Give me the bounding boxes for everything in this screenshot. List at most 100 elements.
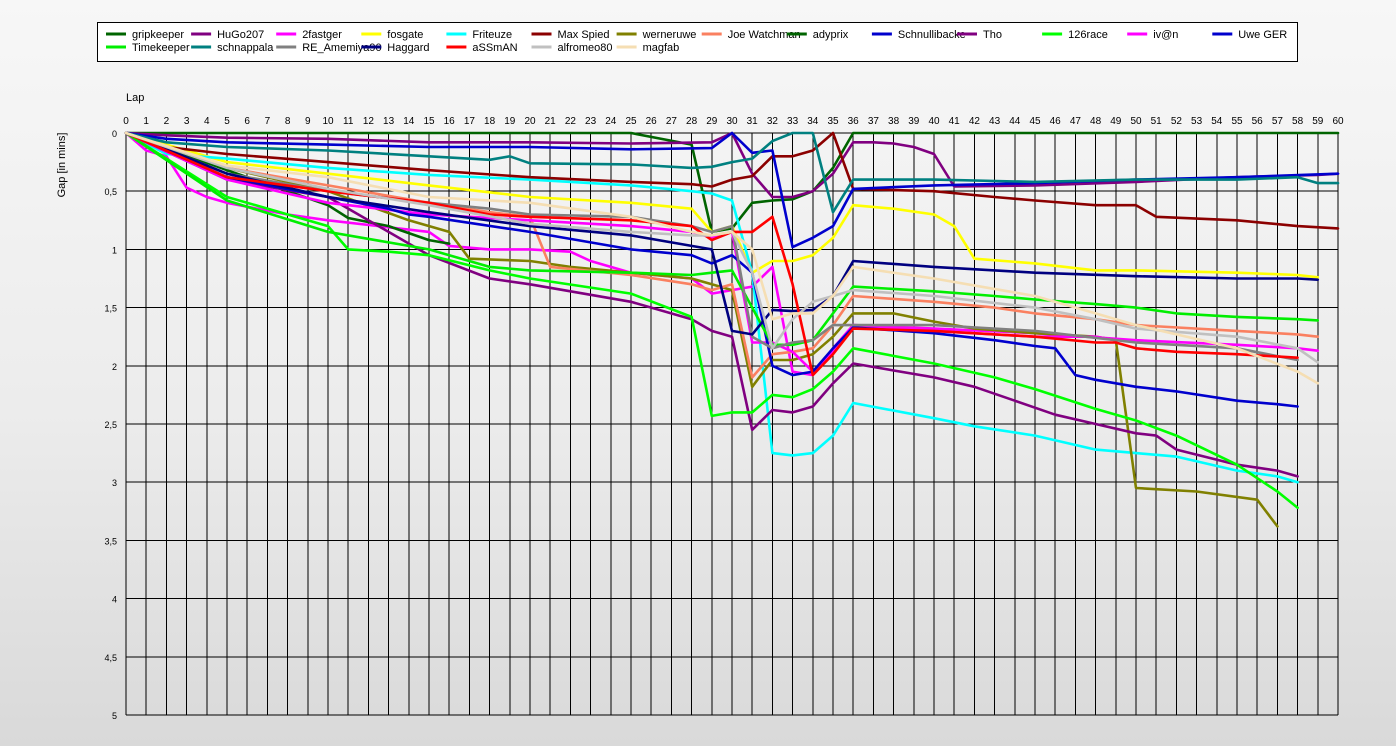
y-tick-label: 0 <box>112 129 117 139</box>
x-tick-label: 35 <box>827 116 839 127</box>
x-tick-label: 7 <box>265 116 271 127</box>
x-tick-label: 33 <box>787 116 799 127</box>
x-tick-label: 14 <box>403 116 415 127</box>
x-tick-label: 20 <box>524 116 536 127</box>
legend-entry: Schnullibacke <box>898 29 966 41</box>
legend-entry: 2fastger <box>302 29 342 41</box>
x-tick-label: 60 <box>1332 116 1344 127</box>
legend-entry: adyprix <box>813 29 849 41</box>
x-tick-label: 56 <box>1252 116 1264 127</box>
legend-entry: Friteuze <box>472 29 512 41</box>
legend-entry: iv@n <box>1153 29 1178 41</box>
legend-entry: Max Spied <box>558 29 610 41</box>
series-line-fosgate <box>124 131 1320 279</box>
x-tick-label: 49 <box>1110 116 1122 127</box>
y-axis-label: Gap [in mins] <box>56 133 68 198</box>
x-tick-label: 50 <box>1130 116 1142 127</box>
x-tick-label: 21 <box>545 116 557 127</box>
x-tick-label: 48 <box>1090 116 1102 127</box>
x-tick-label: 46 <box>1050 116 1062 127</box>
x-tick-label: 10 <box>322 116 334 127</box>
x-tick-label: 19 <box>504 116 516 127</box>
x-tick-label: 26 <box>646 116 658 127</box>
y-tick-label: 4,5 <box>104 653 117 663</box>
legend-entry: fosgate <box>387 29 423 41</box>
x-tick-label: 28 <box>686 116 698 127</box>
y-tick-label: 3,5 <box>104 536 117 546</box>
y-tick-label: 1 <box>112 245 117 255</box>
x-tick-label: 40 <box>928 116 940 127</box>
series-line-2fastger <box>124 131 1320 377</box>
legend-entry: Haggard <box>387 42 429 54</box>
x-tick-label: 22 <box>565 116 577 127</box>
x-tick-label: 39 <box>908 116 920 127</box>
y-tick-label: 1,5 <box>104 304 117 314</box>
legend-entry: Tho <box>983 29 1002 41</box>
x-tick-label: 17 <box>464 116 476 127</box>
x-tick-label: 9 <box>305 116 311 127</box>
x-tick-label: 57 <box>1272 116 1284 127</box>
series-line-alfromeo80 <box>124 131 1320 364</box>
x-axis-label: Lap <box>126 92 144 104</box>
x-tick-label: 52 <box>1171 116 1183 127</box>
legend-entry: alfromeo80 <box>558 42 613 54</box>
x-tick-label: 4 <box>204 116 210 127</box>
x-tick-label: 59 <box>1312 116 1324 127</box>
y-tick-label: 0,5 <box>104 187 117 197</box>
legend-entry: aSSmAN <box>472 42 517 54</box>
x-tick-label: 44 <box>1009 116 1021 127</box>
x-tick-label: 18 <box>484 116 496 127</box>
x-tick-label: 55 <box>1231 116 1243 127</box>
x-tick-label: 54 <box>1211 116 1223 127</box>
x-tick-label: 0 <box>123 116 129 127</box>
legend-entry: 126race <box>1068 29 1108 41</box>
legend-entry: schnappala <box>217 42 274 54</box>
y-tick-label: 2,5 <box>104 420 117 430</box>
x-tick-label: 32 <box>767 116 779 127</box>
y-tick-label: 3 <box>112 478 117 488</box>
x-tick-label: 38 <box>888 116 900 127</box>
legend-entry: werneruwe <box>642 29 697 41</box>
legend-box <box>97 22 1298 62</box>
legend-entry: magfab <box>643 42 680 54</box>
x-tick-label: 3 <box>184 116 190 127</box>
y-tick-label: 4 <box>112 595 117 605</box>
x-tick-label: 2 <box>164 116 170 127</box>
x-tick-label: 25 <box>625 116 637 127</box>
y-tick-label: 5 <box>112 711 117 721</box>
legend-entry: Timekeeper <box>132 42 190 54</box>
legend-entry: Uwe GER <box>1238 29 1287 41</box>
x-tick-label: 29 <box>706 116 718 127</box>
x-tick-label: 16 <box>444 116 456 127</box>
x-tick-label: 34 <box>807 116 819 127</box>
x-tick-label: 37 <box>868 116 880 127</box>
x-tick-label: 58 <box>1292 116 1304 127</box>
x-tick-label: 23 <box>585 116 597 127</box>
x-tick-label: 53 <box>1191 116 1203 127</box>
y-tick-label: 2 <box>112 362 117 372</box>
x-tick-label: 8 <box>285 116 291 127</box>
x-tick-label: 51 <box>1151 116 1163 127</box>
x-tick-label: 43 <box>989 116 1001 127</box>
x-tick-label: 11 <box>343 116 354 127</box>
x-tick-label: 24 <box>605 116 617 127</box>
x-tick-label: 13 <box>383 116 395 127</box>
legend: gripkeeper HuGo207 2fastger fosgate Friteuze… <box>97 22 1298 62</box>
x-tick-label: 36 <box>848 116 860 127</box>
x-tick-label: 47 <box>1070 116 1082 127</box>
x-tick-label: 27 <box>666 116 678 127</box>
x-tick-label: 6 <box>244 116 250 127</box>
x-tick-label: 1 <box>143 116 149 127</box>
x-ticks: 0 1 2 3 4 5 6 7 8 9 10 11 12 13 14 15 16 17 18 19 20 21 22 23 24… <box>123 116 1344 127</box>
x-tick-label: 42 <box>969 116 981 127</box>
legend-entry: gripkeeper <box>132 29 184 41</box>
x-tick-label: 5 <box>224 116 230 127</box>
x-tick-label: 30 <box>726 116 738 127</box>
x-tick-label: 45 <box>1029 116 1041 127</box>
legend-entry: HuGo207 <box>217 29 264 41</box>
y-ticks: 0 0,5 1 1,5 2 2,5 3 3,5 4 4,5 5 <box>104 129 117 721</box>
x-tick-label: 41 <box>949 116 961 127</box>
x-tick-label: 12 <box>363 116 375 127</box>
x-tick-label: 31 <box>747 116 759 127</box>
gap-chart: gripkeeper HuGo207 2fastger fosgate Friteuze… <box>56 22 1344 721</box>
